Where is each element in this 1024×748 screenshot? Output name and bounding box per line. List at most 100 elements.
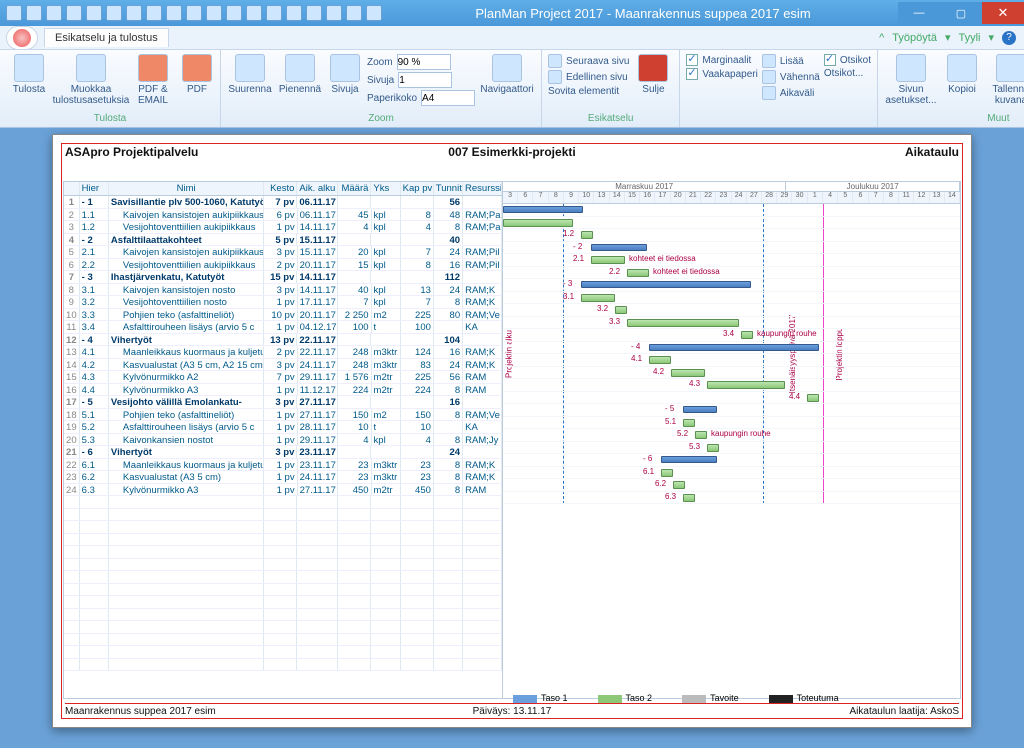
maximize-button[interactable]: ▢: [940, 2, 982, 24]
table-row: 7- 3Ihastjärvenkatu, Katutyöt15 pv14.11.…: [64, 271, 502, 284]
navigator-button[interactable]: Navigaattori: [479, 52, 535, 95]
print-settings-button[interactable]: Muokkaa tulostusasetuksia: [56, 52, 126, 106]
minimize-button[interactable]: —: [898, 2, 940, 24]
task-bar: [627, 269, 649, 277]
gantt-row: 5.2kaupungin rouhe: [503, 429, 960, 442]
pages-input[interactable]: [398, 72, 452, 88]
qat-paste-icon[interactable]: [126, 5, 142, 21]
task-bar: [591, 256, 625, 264]
qat-misc6-icon[interactable]: [286, 5, 302, 21]
add-button[interactable]: Lisää: [762, 54, 820, 68]
table-body: 1- 1Savisillantie plv 500-1060, Katutyöt…: [64, 196, 502, 671]
gantt-row: 6.3: [503, 492, 960, 505]
bar-annotation: kaupungin rouhe: [757, 329, 817, 338]
qat-misc7-icon[interactable]: [306, 5, 322, 21]
next-page-button[interactable]: Seuraava sivu: [548, 54, 629, 68]
table-row: [64, 571, 502, 584]
timespan-button[interactable]: Aikaväli: [762, 86, 820, 100]
page-setup-button[interactable]: Sivun asetukset...: [884, 52, 938, 106]
headers-checkbox[interactable]: [824, 54, 836, 66]
bar-id-label: 4.4: [789, 392, 800, 401]
gantt-row: 3.4kaupungin rouhe: [503, 329, 960, 342]
copy-button[interactable]: Kopioi: [942, 52, 982, 95]
gantt-row: 4.1: [503, 354, 960, 367]
gantt-row: 4.4: [503, 392, 960, 405]
gantt-row: 2.1kohteet ei tiedossa: [503, 254, 960, 267]
print-button[interactable]: Tulosta: [6, 52, 52, 95]
plus-icon: [762, 54, 776, 68]
qat-print-icon[interactable]: [66, 5, 82, 21]
style-menu[interactable]: Tyyli: [958, 32, 980, 44]
table-row: [64, 634, 502, 647]
qat-cut-icon[interactable]: [86, 5, 102, 21]
headers-settings-button[interactable]: Otsikot...: [824, 68, 871, 79]
qat-save-icon[interactable]: [46, 5, 62, 21]
table-row: 226.1Maanleikkaus kuormaus ja kuljetus1 …: [64, 459, 502, 472]
task-bar: [741, 331, 753, 339]
table-row: [64, 646, 502, 659]
landscape-checkbox[interactable]: [686, 68, 698, 80]
qat-misc5-icon[interactable]: [266, 5, 282, 21]
task-bar: [615, 306, 627, 314]
qat-redo-icon[interactable]: [166, 5, 182, 21]
table-row: 134.1Maanleikkaus kuormaus ja kuljetus2 …: [64, 346, 502, 359]
qat-open-icon[interactable]: [26, 5, 42, 21]
bar-id-label: - 4: [631, 342, 640, 351]
page-footer: Maanrakennus suppea 2017 esim Päiväys: 1…: [65, 703, 959, 717]
pdf-button[interactable]: PDF: [180, 52, 214, 95]
zoom-input[interactable]: [397, 54, 451, 70]
pages-button[interactable]: Sivuja: [327, 52, 363, 95]
tabrow-right: ^ Työpöytä▾ Tyyli▾ ?: [871, 31, 1024, 45]
qat-misc1-icon[interactable]: [186, 5, 202, 21]
qat-misc4-icon[interactable]: [246, 5, 262, 21]
margins-checkbox[interactable]: [686, 54, 698, 66]
tab-preview-print[interactable]: Esikatselu ja tulostus: [44, 28, 169, 47]
table-row: 103.3Pohjien teko (asfalttineliöt)10 pv2…: [64, 309, 502, 322]
table-row: [64, 596, 502, 609]
fit-elements-button[interactable]: Sovita elementit: [548, 86, 629, 97]
gantt-row: 3.1: [503, 292, 960, 305]
bar-id-label: - 6: [643, 454, 652, 463]
desktop-menu[interactable]: Työpöytä: [892, 32, 937, 44]
qat-misc2-icon[interactable]: [206, 5, 222, 21]
summary-bar: [503, 206, 583, 213]
summary-bar: [581, 281, 751, 288]
app-orb[interactable]: [6, 26, 38, 50]
gantt-row: 3.3: [503, 317, 960, 330]
table-row: 185.1Pohjien teko (asfalttineliöt)1 pv27…: [64, 409, 502, 422]
bar-id-label: - 5: [665, 404, 674, 413]
help-icon[interactable]: ?: [1002, 31, 1016, 45]
bar-id-label: 5.1: [665, 417, 676, 426]
group-label-print: Tulosta: [6, 112, 214, 125]
summary-bar: [661, 456, 717, 463]
qat-misc3-icon[interactable]: [226, 5, 242, 21]
close-button[interactable]: ✕: [982, 2, 1024, 24]
quick-access-toolbar: [0, 5, 388, 21]
qat-new-icon[interactable]: [6, 5, 22, 21]
close-preview-button[interactable]: Sulje: [633, 52, 673, 95]
gantt-row: - 1: [503, 204, 960, 217]
zoom-in-button[interactable]: Suurenna: [227, 52, 273, 95]
task-bar: [649, 356, 671, 364]
qat-misc10-icon[interactable]: [366, 5, 382, 21]
zoom-out-button[interactable]: Pienennä: [277, 52, 323, 95]
qat-copy-icon[interactable]: [106, 5, 122, 21]
table-row: 83.1Kaivojen kansistojen nosto3 pv14.11.…: [64, 284, 502, 297]
gantt-row: 5.3: [503, 442, 960, 455]
gantt-row: 1.2: [503, 229, 960, 242]
table-row: [64, 559, 502, 572]
bar-id-label: 6.3: [665, 492, 676, 501]
prev-page-button[interactable]: Edellinen sivu: [548, 70, 629, 84]
task-bar: [683, 494, 695, 502]
qat-misc8-icon[interactable]: [326, 5, 342, 21]
papersize-input[interactable]: [421, 90, 475, 106]
table-row: 62.2Vesijohtoventtiilien aukipiikkaus2 p…: [64, 259, 502, 272]
group-print: Tulosta Muokkaa tulostusasetuksia PDF & …: [0, 50, 221, 127]
save-image-button[interactable]: Tallenna kuvana: [986, 52, 1024, 106]
pdf-email-button[interactable]: PDF & EMAIL: [130, 52, 176, 106]
minus-icon: [762, 70, 776, 84]
group-other: Sivun asetukset... Kopioi Tallenna kuvan…: [878, 50, 1024, 127]
qat-undo-icon[interactable]: [146, 5, 162, 21]
qat-misc9-icon[interactable]: [346, 5, 362, 21]
remove-button[interactable]: Vähennä: [762, 70, 820, 84]
